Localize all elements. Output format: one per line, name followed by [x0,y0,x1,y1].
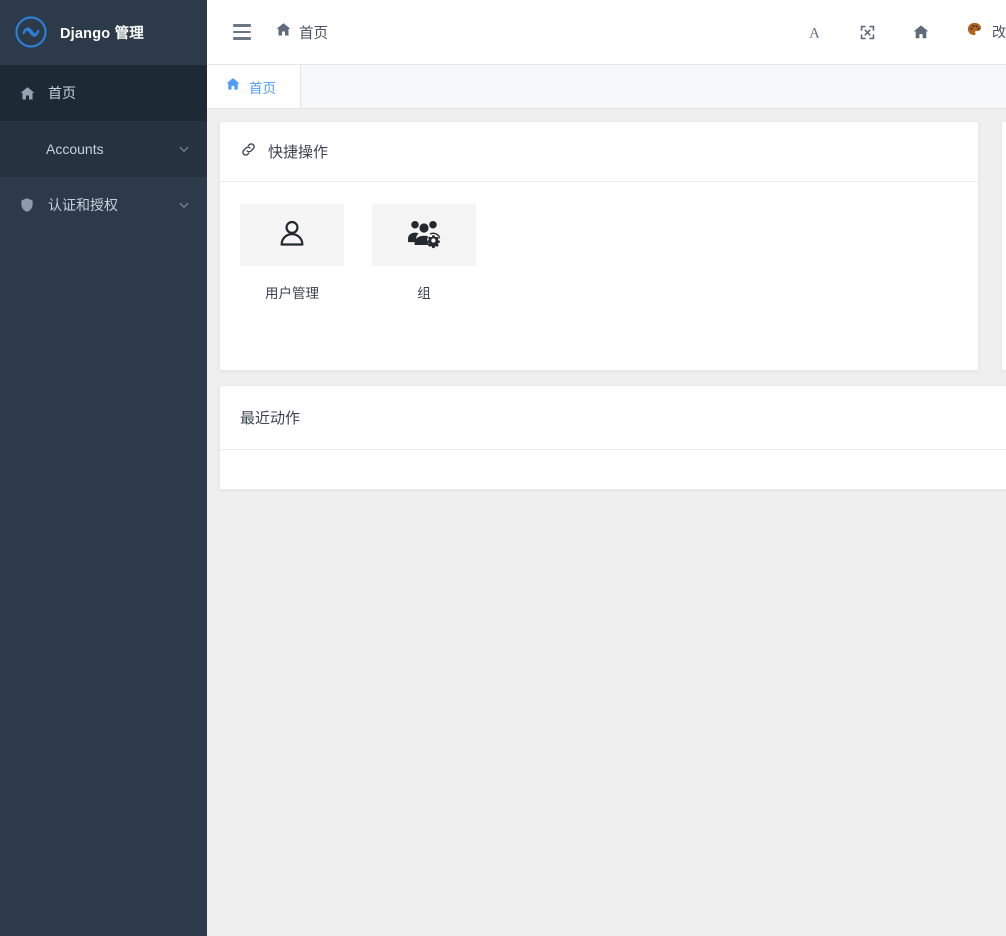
top-home-link[interactable]: 首页 [275,21,328,43]
sidebar: Django 管理 首页 Accounts 认证和授权 [0,0,207,936]
user-icon [275,216,309,255]
recent-actions-title: 最近动作 [240,410,301,427]
home-icon [225,76,241,97]
sidebar-item-auth-label: 认证和授权 [48,197,118,213]
infinity-circle-icon [14,15,48,49]
chevron-down-icon [177,198,191,212]
tab-strip: 首页 [207,65,1006,109]
sidebar-item-auth[interactable]: 认证和授权 [0,177,207,233]
top-bar: 首页 A 改 [207,0,1006,65]
top-bar-right: A 改 [806,21,1006,43]
home-icon [18,84,36,102]
sidebar-item-accounts[interactable]: Accounts [0,121,207,177]
sidebar-item-home[interactable]: 首页 [0,65,207,121]
tile-box [372,204,476,266]
theme-switcher[interactable]: 改 [966,21,1006,43]
users-gear-icon [406,216,442,254]
sidebar-nav: 首页 Accounts 认证和授权 [0,65,207,233]
quick-action-users-label: 用户管理 [265,286,319,301]
brand-title: Django 管理 [60,25,144,42]
svg-text:A: A [809,25,820,40]
brand-header[interactable]: Django 管理 [0,0,207,65]
tab-home[interactable]: 首页 [207,65,301,108]
quick-action-users[interactable]: 用户管理 [240,204,344,302]
sidebar-item-accounts-label: Accounts [46,141,104,157]
quick-actions-title: 快捷操作 [268,144,329,161]
quick-action-tiles: 用户管理 组 [240,204,958,302]
main-area: 首页 A 改 首页 快捷操作 用户管理 组 最近动作 [207,0,1006,936]
secondary-card [1001,121,1006,371]
admin-page: Django 管理 首页 Accounts 认证和授权 首页 A 改 首页 快捷… [0,0,1006,936]
theme-switcher-label: 改 [992,24,1006,40]
cards-row: 快捷操作 用户管理 组 [219,121,1006,371]
content-area: 快捷操作 用户管理 组 最近动作 [207,109,1006,936]
quick-action-groups-label: 组 [417,286,431,301]
home-icon [275,21,292,43]
recent-actions-body [220,450,1006,489]
quick-actions-header: 快捷操作 [220,122,978,182]
tab-home-label: 首页 [249,80,276,96]
top-home-label: 首页 [299,25,328,42]
fullscreen-icon[interactable] [859,24,876,41]
hamburger-icon[interactable] [233,24,251,40]
quick-actions-card: 快捷操作 用户管理 组 [219,121,979,371]
palette-icon [966,21,983,43]
shield-icon [18,196,36,214]
recent-actions-header: 最近动作 [220,386,1006,450]
home-icon[interactable] [912,23,930,41]
tile-box [240,204,344,266]
font-size-icon[interactable]: A [806,24,823,40]
top-bar-left: 首页 [233,21,328,43]
sidebar-item-home-label: 首页 [48,85,76,101]
chevron-down-icon [177,142,191,156]
recent-actions-card: 最近动作 [219,385,1006,490]
quick-action-groups[interactable]: 组 [372,204,476,302]
link-icon [240,141,257,163]
quick-actions-body: 用户管理 组 [220,182,978,370]
